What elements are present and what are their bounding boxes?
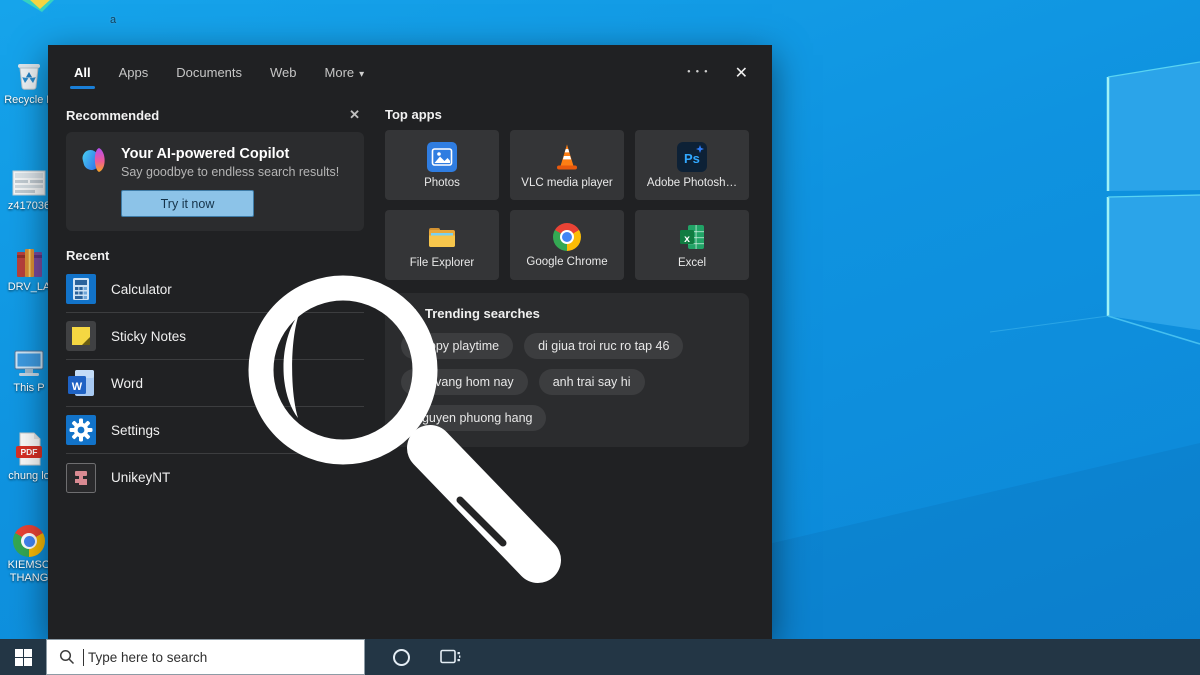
trending-chip[interactable]: anh trai say hi [539, 369, 645, 395]
trending-chip[interactable]: poppy playtime [401, 333, 513, 359]
overflow-menu-icon[interactable]: ･･･ [685, 68, 711, 78]
search-input[interactable] [88, 650, 308, 665]
stray-desktop-label: a [110, 14, 116, 26]
app-tile-label: Photos [424, 177, 460, 189]
photoshop-icon: Ps [677, 142, 707, 172]
task-view-icon [440, 648, 462, 666]
search-icon [59, 649, 75, 665]
vlc-icon [552, 142, 582, 172]
cortana-button[interactable] [379, 639, 423, 675]
trending-up-icon [401, 308, 417, 320]
partial-shortcut-icon[interactable] [20, 0, 56, 14]
search-panel: All Apps Documents Web More▾ ･･･ ✕ Recom… [48, 45, 772, 639]
word-icon: W [66, 368, 96, 398]
settings-gear-icon [66, 415, 96, 445]
top-apps-grid: Photos VLC media player Ps [385, 130, 749, 280]
tab-apps[interactable]: Apps [119, 65, 149, 82]
calculator-icon [66, 274, 96, 304]
chevron-down-icon: ▾ [359, 69, 364, 80]
recent-item-label: UnikeyNT [111, 470, 170, 485]
recent-list: Calculator Sticky Notes [66, 266, 364, 501]
copilot-subtitle: Say goodbye to endless search results! [121, 165, 339, 179]
recent-item-sticky-notes[interactable]: Sticky Notes [66, 313, 364, 360]
start-button[interactable] [0, 639, 46, 675]
taskbar-search-box[interactable] [46, 639, 365, 675]
chrome-icon [553, 223, 581, 251]
windows-logo-icon [15, 649, 32, 666]
unikey-icon [66, 463, 96, 493]
recent-item-label: Word [111, 376, 143, 391]
text-cursor [83, 649, 84, 666]
app-tile-photoshop[interactable]: Ps Adobe Photosh… [635, 130, 749, 200]
try-it-now-button[interactable]: Try it now [121, 190, 254, 217]
app-tile-label: VLC media player [521, 177, 612, 189]
app-tile-photos[interactable]: Photos [385, 130, 499, 200]
app-tile-excel[interactable]: x Excel [635, 210, 749, 280]
excel-icon: x [677, 222, 707, 252]
app-tile-label: Adobe Photosh… [647, 177, 737, 189]
photos-icon [427, 142, 457, 172]
copilot-card[interactable]: Your AI-powered Copilot Say goodbye to e… [66, 132, 364, 231]
recent-item-calculator[interactable]: Calculator [66, 266, 364, 313]
file-explorer-icon [426, 222, 458, 252]
recommended-title: Recommended [66, 108, 159, 123]
recent-item-label: Calculator [111, 282, 172, 297]
app-tile-label: File Explorer [410, 257, 475, 269]
desktop: a Recycle B z417036 [0, 0, 1200, 675]
copilot-title: Your AI-powered Copilot [121, 146, 339, 162]
trending-chip[interactable]: di giua troi ruc ro tap 46 [524, 333, 683, 359]
sticky-notes-icon [66, 321, 96, 351]
app-tile-label: Google Chrome [526, 256, 607, 268]
recent-item-label: Sticky Notes [111, 329, 186, 344]
recent-item-unikeynt[interactable]: UnikeyNT [66, 454, 364, 501]
trending-title: Trending searches [425, 306, 540, 321]
task-view-button[interactable] [429, 639, 473, 675]
tab-web[interactable]: Web [270, 65, 297, 82]
trending-chips: poppy playtime di giua troi ruc ro tap 4… [401, 333, 733, 431]
dismiss-recommended-icon[interactable]: ✕ [349, 107, 360, 123]
close-panel-icon[interactable]: ✕ [735, 63, 748, 83]
tab-documents[interactable]: Documents [176, 65, 242, 82]
svg-text:W: W [72, 381, 83, 393]
recent-title: Recent [66, 248, 364, 263]
taskbar [0, 639, 1200, 675]
trending-searches-card: Trending searches poppy playtime di giua… [385, 293, 749, 447]
copilot-icon [80, 145, 110, 175]
app-tile-label: Excel [678, 257, 706, 269]
svg-text:Ps: Ps [684, 151, 700, 166]
trending-chip[interactable]: gia vang hom nay [401, 369, 528, 395]
recent-item-label: Settings [111, 423, 160, 438]
recent-item-settings[interactable]: Settings [66, 407, 364, 454]
svg-text:x: x [684, 233, 690, 245]
search-tabs: All Apps Documents Web More▾ ･･･ ✕ [74, 60, 748, 86]
top-apps-title: Top apps [385, 107, 442, 122]
cortana-icon [393, 649, 410, 666]
app-tile-file-explorer[interactable]: File Explorer [385, 210, 499, 280]
trending-chip[interactable]: nguyen phuong hang [401, 405, 546, 431]
app-tile-vlc[interactable]: VLC media player [510, 130, 624, 200]
recent-item-word[interactable]: W Word [66, 360, 364, 407]
tab-more[interactable]: More▾ [325, 65, 365, 82]
search-right-column: Top apps Photos [385, 107, 749, 447]
svg-text:PDF: PDF [21, 447, 38, 457]
app-tile-chrome[interactable]: Google Chrome [510, 210, 624, 280]
search-left-column: Recommended ✕ [66, 107, 364, 501]
tab-all[interactable]: All [74, 65, 91, 82]
